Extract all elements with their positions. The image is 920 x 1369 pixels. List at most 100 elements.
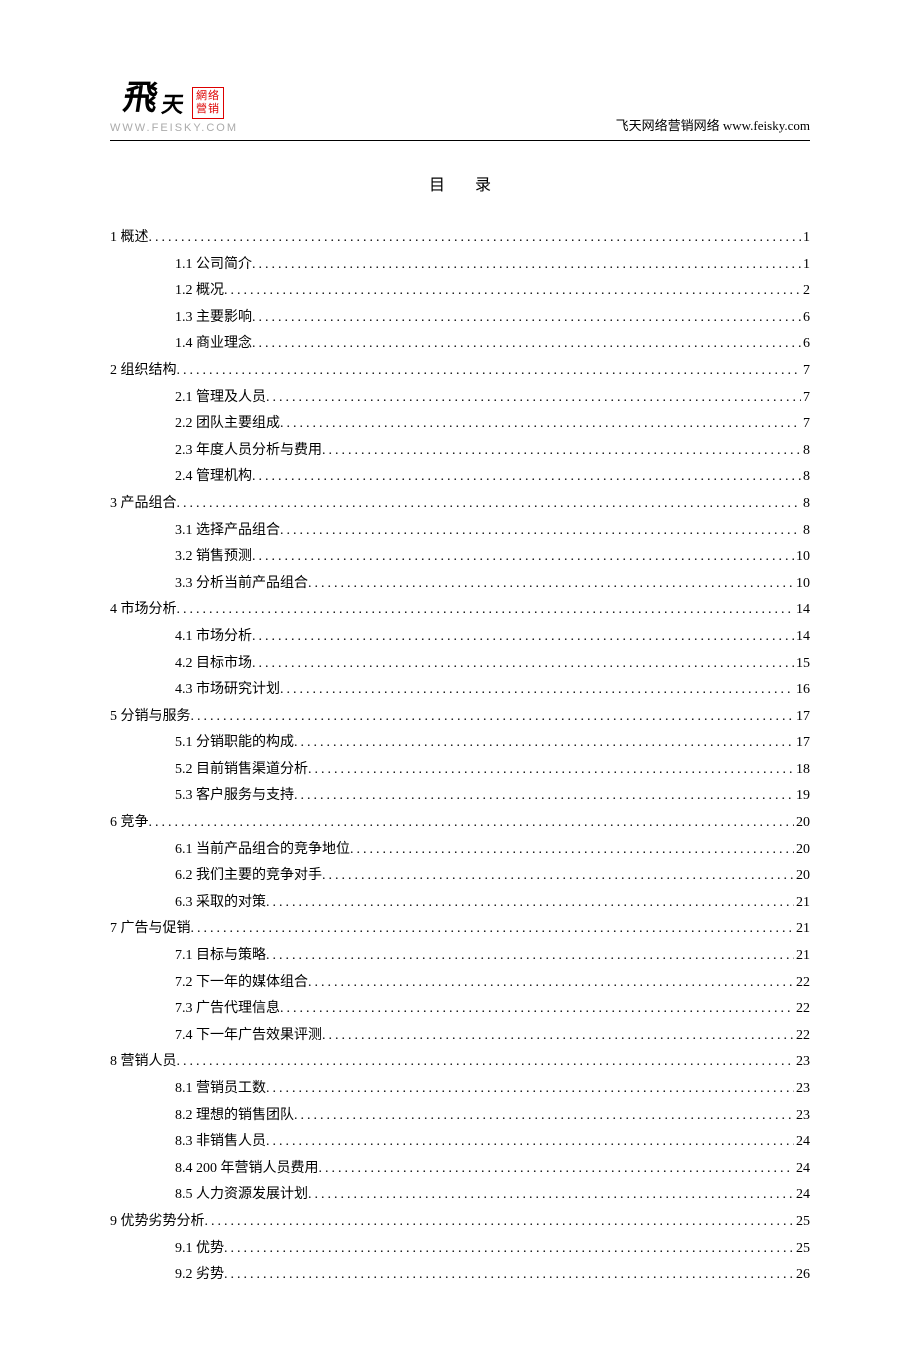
logo-glyph-tian: 天 [160, 87, 187, 119]
toc-entry: 5.2 目前销售渠道分析18 [110, 757, 810, 784]
toc-label: 9 优势劣势分析 [110, 1209, 205, 1236]
toc-label: 7.3 广告代理信息 [175, 996, 280, 1023]
toc-label: 7.2 下一年的媒体组合 [175, 970, 308, 997]
toc-leader-dots [308, 571, 794, 598]
toc-page-number: 14 [794, 624, 810, 651]
toc-entry: 3 产品组合8 [110, 491, 810, 518]
toc-entry: 8.4 200 年营销人员费用24 [110, 1156, 810, 1183]
header-right-text: 飞天网络营销网络 www.feisky.com [616, 115, 810, 134]
toc-label: 1.1 公司简介 [175, 252, 252, 279]
toc-page-number: 8 [801, 491, 810, 518]
toc-page-number: 17 [794, 704, 810, 731]
toc-label: 2.3 年度人员分析与费用 [175, 438, 322, 465]
toc-page-number: 26 [794, 1262, 810, 1289]
toc-leader-dots [177, 1049, 795, 1076]
toc-label: 2.4 管理机构 [175, 464, 252, 491]
toc-leader-dots [280, 518, 801, 545]
toc-entry: 8 营销人员23 [110, 1049, 810, 1076]
toc-label: 6 竞争 [110, 810, 149, 837]
toc-page-number: 19 [794, 783, 810, 810]
toc-page-number: 20 [794, 837, 810, 864]
toc-label: 8 营销人员 [110, 1049, 177, 1076]
toc-leader-dots [322, 863, 794, 890]
toc-leader-dots [280, 677, 794, 704]
toc-label: 4.2 目标市场 [175, 651, 252, 678]
toc-page-number: 8 [801, 518, 810, 545]
toc-page-number: 10 [794, 544, 810, 571]
toc-entry: 9 优势劣势分析25 [110, 1209, 810, 1236]
toc-leader-dots [322, 438, 801, 465]
toc-leader-dots [294, 730, 794, 757]
toc-page-number: 18 [794, 757, 810, 784]
toc-page-number: 22 [794, 1023, 810, 1050]
toc-page-number: 22 [794, 970, 810, 997]
toc-page-number: 25 [794, 1236, 810, 1263]
toc-leader-dots [191, 916, 795, 943]
toc-page-number: 7 [801, 411, 810, 438]
toc-leader-dots [224, 1262, 794, 1289]
toc-label: 8.1 营销员工数 [175, 1076, 266, 1103]
toc-leader-dots [149, 810, 795, 837]
toc-label: 5.1 分销职能的构成 [175, 730, 294, 757]
toc-entry: 2.2 团队主要组成7 [110, 411, 810, 438]
document-page: 飛 天 網络 營销 WWW.FEISKY.COM 飞天网络营销网络 www.fe… [0, 0, 920, 1369]
toc-label: 6.1 当前产品组合的竞争地位 [175, 837, 350, 864]
toc-label: 8.4 200 年营销人员费用 [175, 1156, 319, 1183]
toc-page-number: 15 [794, 651, 810, 678]
toc-page-number: 8 [801, 438, 810, 465]
toc-entry: 3.2 销售预测10 [110, 544, 810, 571]
toc-entry: 4.1 市场分析14 [110, 624, 810, 651]
toc-label: 1.4 商业理念 [175, 331, 252, 358]
toc-leader-dots [252, 464, 801, 491]
toc-entry: 7.3 广告代理信息22 [110, 996, 810, 1023]
toc-page-number: 6 [801, 331, 810, 358]
toc-leader-dots [205, 1209, 795, 1236]
toc-entry: 2 组织结构7 [110, 358, 810, 385]
toc-entry: 5 分销与服务 17 [110, 704, 810, 731]
toc-leader-dots [224, 278, 801, 305]
toc-label: 1 概述 [110, 225, 149, 252]
toc-leader-dots [252, 651, 794, 678]
toc-label: 7 广告与促销 [110, 916, 191, 943]
toc-label: 3.3 分析当前产品组合 [175, 571, 308, 598]
toc-entry: 3.3 分析当前产品组合10 [110, 571, 810, 598]
toc-leader-dots [294, 1103, 794, 1130]
toc-entry: 2.3 年度人员分析与费用 8 [110, 438, 810, 465]
toc-entry: 9.2 劣势26 [110, 1262, 810, 1289]
toc-entry: 9.1 优势25 [110, 1236, 810, 1263]
toc-entry: 3.1 选择产品组合8 [110, 518, 810, 545]
toc-leader-dots [266, 385, 801, 412]
toc-page-number: 7 [801, 358, 810, 385]
toc-page-number: 16 [794, 677, 810, 704]
toc-label: 8.2 理想的销售团队 [175, 1103, 294, 1130]
toc-entry: 7.2 下一年的媒体组合 22 [110, 970, 810, 997]
toc-leader-dots [319, 1156, 795, 1183]
toc-page-number: 1 [801, 252, 810, 279]
toc-page-number: 8 [801, 464, 810, 491]
toc-leader-dots [252, 331, 801, 358]
toc-leader-dots [266, 943, 794, 970]
toc-entry: 5.1 分销职能的构成17 [110, 730, 810, 757]
toc-page-number: 20 [794, 810, 810, 837]
toc-label: 6.3 采取的对策 [175, 890, 266, 917]
toc-entry: 6.2 我们主要的竞争对手20 [110, 863, 810, 890]
toc-entry: 1 概述 1 [110, 225, 810, 252]
logo: 飛 天 網络 營销 WWW.FEISKY.COM [110, 70, 238, 134]
toc-page-number: 23 [794, 1076, 810, 1103]
toc-entry: 7 广告与促销21 [110, 916, 810, 943]
toc-entry: 8.5 人力资源发展计划24 [110, 1182, 810, 1209]
logo-red-stamp: 網络 營销 [192, 87, 224, 119]
toc-label: 2.1 管理及人员 [175, 385, 266, 412]
toc-page-number: 7 [801, 385, 810, 412]
toc-label: 1.3 主要影响 [175, 305, 252, 332]
table-of-contents: 1 概述11.1 公司简介11.2 概况21.3 主要影响61.4 商业理念62… [110, 225, 810, 1289]
page-header: 飛 天 網络 營销 WWW.FEISKY.COM 飞天网络营销网络 www.fe… [110, 70, 810, 141]
toc-page-number: 1 [801, 225, 810, 252]
toc-page-number: 6 [801, 305, 810, 332]
toc-page-number: 24 [794, 1182, 810, 1209]
toc-label: 6.2 我们主要的竞争对手 [175, 863, 322, 890]
toc-label: 5 分销与服务 [110, 704, 191, 731]
toc-leader-dots [252, 252, 801, 279]
toc-entry: 7.1 目标与策略21 [110, 943, 810, 970]
toc-leader-dots [266, 890, 794, 917]
